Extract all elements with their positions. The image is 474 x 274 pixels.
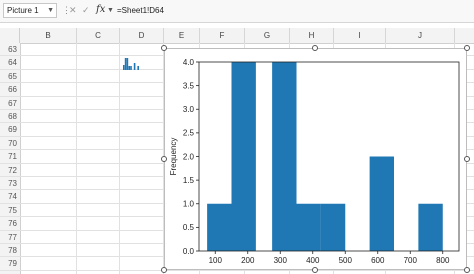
sparkline-bar xyxy=(126,58,129,70)
column-header-g[interactable]: G xyxy=(245,28,290,43)
histogram-bar xyxy=(207,203,232,251)
column-headers: BCDEFGHIJ xyxy=(0,28,474,44)
histogram-bar xyxy=(231,62,256,251)
chevron-down-icon[interactable]: ▼ xyxy=(107,4,114,17)
formula-bar: Picture 1 ▼ ⋮ ✕ ✓ fx ▼ =Sheet1!D64 xyxy=(0,0,474,23)
row-header[interactable]: 71 xyxy=(0,150,20,164)
column-header-e[interactable]: E xyxy=(164,28,200,43)
formula-input[interactable]: =Sheet1!D64 xyxy=(117,3,467,18)
sparkline-bar xyxy=(133,63,136,70)
y-tick-label: 4.0 xyxy=(183,58,195,67)
column-header-j[interactable]: J xyxy=(386,28,455,43)
column-header-c[interactable]: C xyxy=(77,28,120,43)
column-gridline xyxy=(76,43,77,274)
resize-handle-bottom-left[interactable] xyxy=(161,267,167,273)
column-header-b[interactable]: B xyxy=(20,28,77,43)
row-header[interactable]: 65 xyxy=(0,70,20,84)
histogram-bar xyxy=(369,156,394,251)
row-header[interactable]: 78 xyxy=(0,244,20,258)
row-header[interactable]: 63 xyxy=(0,43,20,57)
row-header[interactable]: 67 xyxy=(0,97,20,110)
column-header-h[interactable]: H xyxy=(290,28,334,43)
y-tick-label: 0.5 xyxy=(183,223,195,232)
y-tick-label: 3.0 xyxy=(183,105,195,114)
name-box-value: Picture 1 xyxy=(7,6,39,15)
column-header-i[interactable]: I xyxy=(334,28,386,43)
row-header[interactable]: 73 xyxy=(0,177,20,191)
cancel-icon[interactable]: ✕ xyxy=(69,4,77,17)
y-tick-label: 2.5 xyxy=(183,129,195,138)
histogram-bar xyxy=(320,203,346,251)
row-header[interactable]: 68 xyxy=(0,110,20,124)
row-header[interactable]: 75 xyxy=(0,204,20,218)
row-header[interactable]: 79 xyxy=(0,257,20,271)
sparkline-bar xyxy=(137,66,139,70)
column-header-f[interactable]: F xyxy=(200,28,245,43)
x-tick-label: 700 xyxy=(404,256,418,265)
chevron-down-icon[interactable]: ▼ xyxy=(47,4,54,17)
resize-handle-left[interactable] xyxy=(161,156,167,162)
row-header[interactable]: 66 xyxy=(0,83,20,97)
resize-handle-right[interactable] xyxy=(464,156,470,162)
x-tick-label: 200 xyxy=(241,256,255,265)
resize-handle-top-right[interactable] xyxy=(464,45,470,51)
y-tick-label: 3.5 xyxy=(183,81,195,90)
sparkline-bar xyxy=(123,65,125,70)
sparkline-bar xyxy=(130,66,132,70)
column-header-d[interactable]: D xyxy=(120,28,164,43)
x-tick-label: 800 xyxy=(436,256,450,265)
row-header[interactable]: 77 xyxy=(0,231,20,244)
formula-bar-separator: ⋮ xyxy=(62,5,71,15)
x-tick-label: 100 xyxy=(209,256,223,265)
y-tick-label: 1.0 xyxy=(183,200,195,209)
sparkline-chart xyxy=(123,58,139,70)
resize-handle-bottom[interactable] xyxy=(312,267,318,273)
y-tick-label: 2.0 xyxy=(183,152,195,161)
resize-handle-top[interactable] xyxy=(312,45,318,51)
sparkline-bar xyxy=(124,58,127,70)
x-tick-label: 400 xyxy=(306,256,320,265)
row-header[interactable]: 64 xyxy=(0,56,20,70)
resize-handle-bottom-right[interactable] xyxy=(464,267,470,273)
x-tick-label: 300 xyxy=(274,256,288,265)
y-axis-label: Frequency xyxy=(169,138,178,176)
row-header[interactable]: 72 xyxy=(0,164,20,177)
x-tick-label: 600 xyxy=(371,256,385,265)
row-header[interactable]: 76 xyxy=(0,217,20,231)
row-header[interactable]: 69 xyxy=(0,123,20,137)
select-all-corner[interactable] xyxy=(0,28,20,43)
histogram-bar xyxy=(296,203,321,251)
histogram-bar xyxy=(418,203,443,251)
column-gridline xyxy=(119,43,120,274)
x-tick-label: 500 xyxy=(339,256,353,265)
row-header[interactable]: 74 xyxy=(0,190,20,204)
resize-handle-top-left[interactable] xyxy=(161,45,167,51)
y-tick-label: 1.5 xyxy=(183,176,195,185)
row-header[interactable]: 70 xyxy=(0,137,20,151)
histogram-bar xyxy=(272,62,297,251)
y-tick-label: 0.0 xyxy=(183,247,195,256)
sparkline-bar xyxy=(128,66,130,70)
row-headers: 63 64 65 66 67 68 69 70 71 72 73 74 75 76 77 78 79 xyxy=(0,43,21,274)
enter-icon[interactable]: ✓ xyxy=(82,4,90,17)
name-box[interactable]: Picture 1 ▼ xyxy=(3,3,57,18)
histogram-chart[interactable]: 0.0 0.5 1.0 1.5 2.0 2.5 3.0 3.5 4.0 100 200 300 400 5… xyxy=(164,48,467,270)
insert-function-icon[interactable]: fx xyxy=(96,3,105,17)
